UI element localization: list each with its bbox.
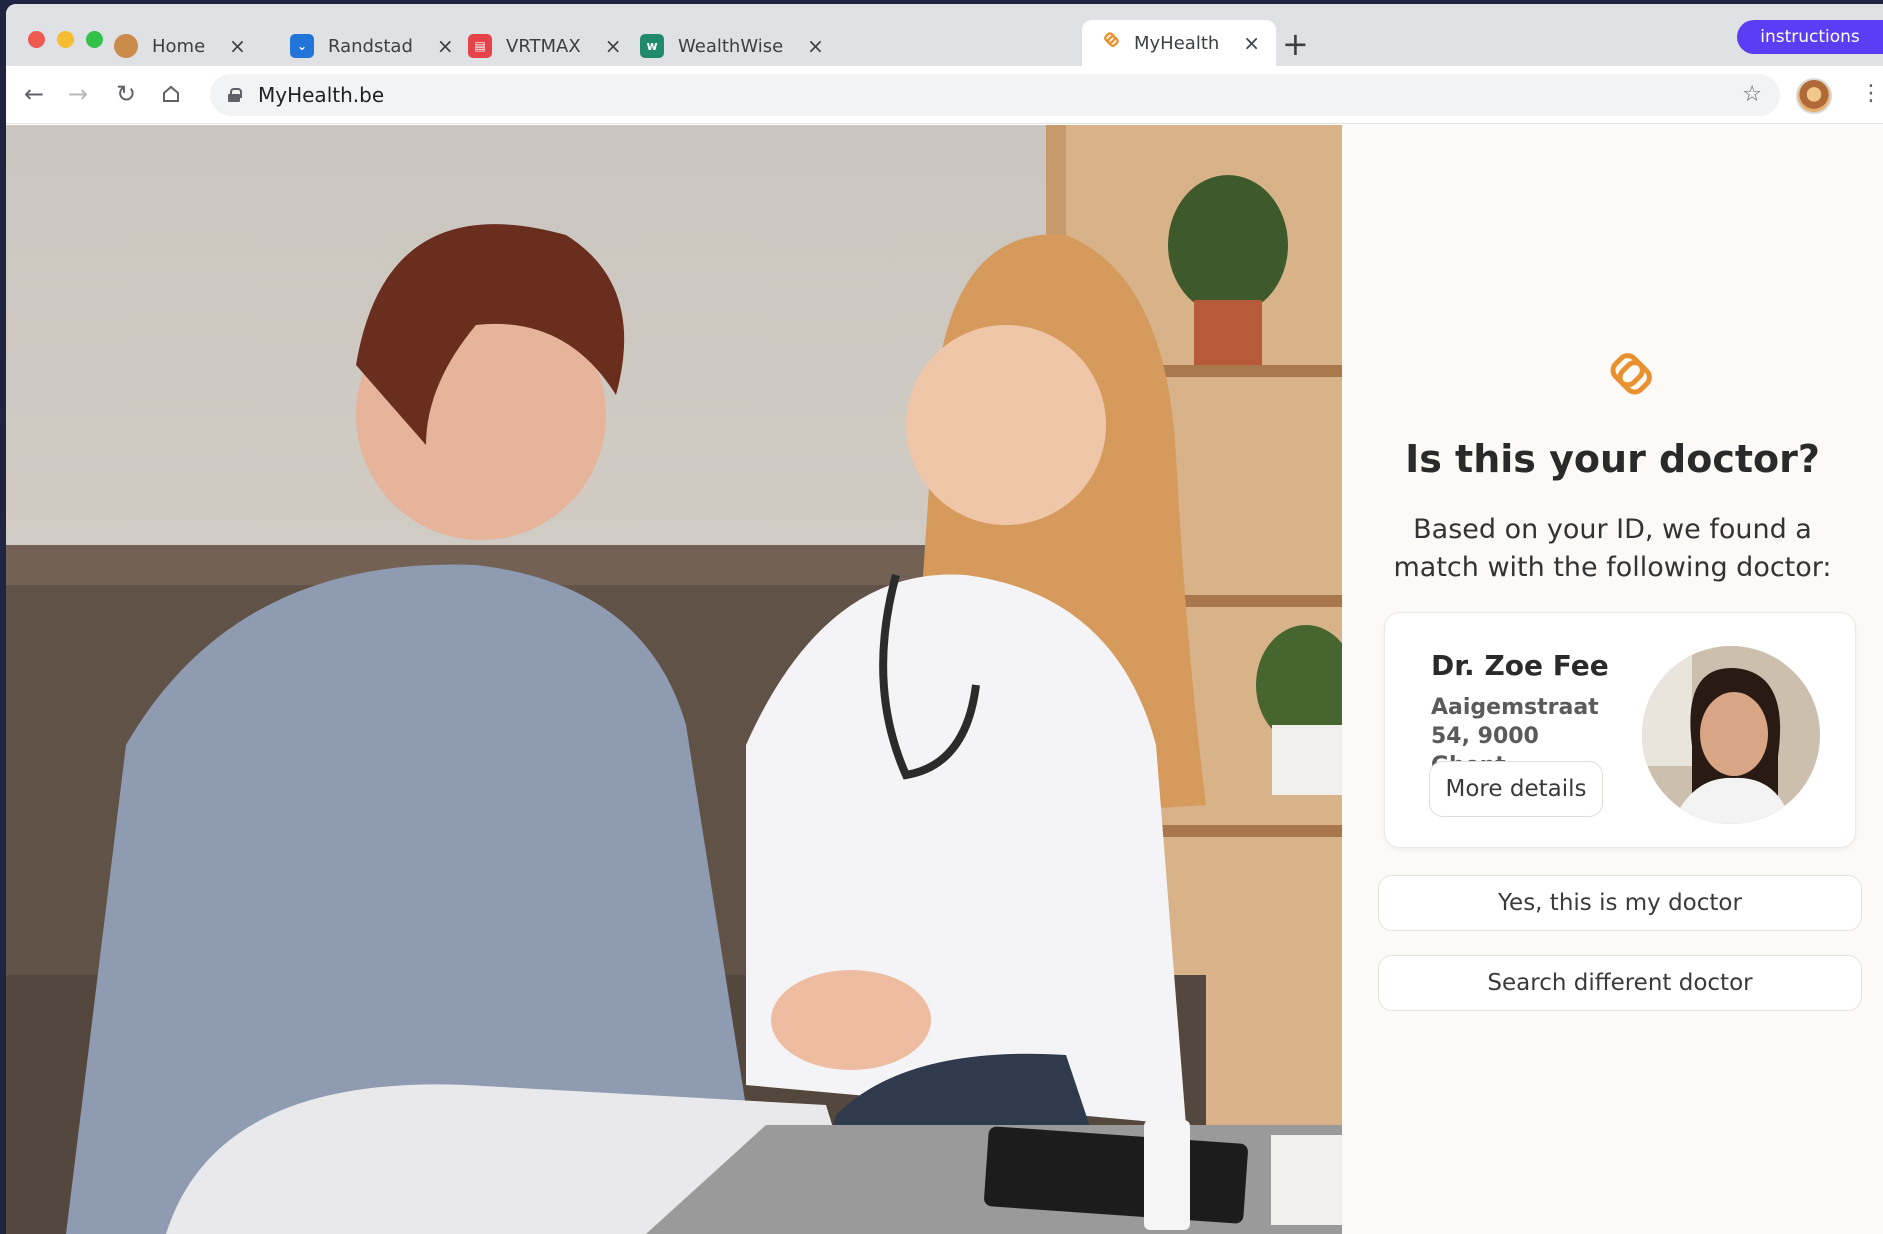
tab-vrtmax[interactable]: ▤ VRTMAX × xyxy=(468,26,621,66)
tab-label: VRTMAX xyxy=(506,35,581,57)
profile-avatar[interactable] xyxy=(1796,78,1832,114)
randstad-icon: ⌄ xyxy=(290,34,314,58)
lock-icon xyxy=(228,88,242,102)
tab-strip: Home × ⌄ Randstad × ▤ VRTMAX × w WealthW… xyxy=(6,4,1883,66)
hero-photo-illustration xyxy=(6,125,1342,1234)
close-icon[interactable]: × xyxy=(437,34,454,58)
close-icon[interactable]: × xyxy=(229,34,246,58)
menu-dots-icon[interactable]: ⋮ xyxy=(1860,80,1882,108)
close-window-button[interactable] xyxy=(28,31,45,48)
myhealth-icon xyxy=(1096,31,1120,55)
tab-myhealth[interactable]: MyHealth × xyxy=(1082,20,1277,66)
tab-label: MyHealth xyxy=(1134,32,1220,54)
doctor-name: Dr. Zoe Fee xyxy=(1431,649,1609,682)
forward-icon[interactable]: → xyxy=(68,80,88,108)
close-icon[interactable]: × xyxy=(605,34,622,58)
confirm-doctor-button[interactable]: Yes, this is my doctor xyxy=(1378,875,1862,931)
address-bar[interactable]: MyHealth.be ☆ xyxy=(210,74,1780,116)
dog-avatar-icon xyxy=(114,34,138,58)
more-details-button[interactable]: More details xyxy=(1429,761,1603,817)
close-icon[interactable]: × xyxy=(1243,31,1260,55)
tab-label: WealthWise xyxy=(678,35,784,57)
doctor-portrait-icon xyxy=(1642,646,1820,824)
search-different-doctor-button[interactable]: Search different doctor xyxy=(1378,955,1862,1011)
vrtmax-icon: ▤ xyxy=(468,34,492,58)
tab-home[interactable]: Home × xyxy=(114,26,246,66)
url-text: MyHealth.be xyxy=(258,83,385,107)
browser-window: Home × ⌄ Randstad × ▤ VRTMAX × w WealthW… xyxy=(6,4,1883,1234)
hero-photo xyxy=(6,125,1342,1234)
doctor-card: Dr. Zoe Fee Aaigemstraat 54, 9000 Ghent … xyxy=(1384,612,1856,848)
page-title: Is this your doctor? xyxy=(1405,437,1820,481)
myhealth-logo-icon xyxy=(1610,353,1652,395)
back-icon[interactable]: ← xyxy=(24,80,44,108)
instructions-button[interactable]: instructions xyxy=(1737,20,1883,54)
wealthwise-icon: w xyxy=(640,34,664,58)
home-icon[interactable] xyxy=(161,80,181,110)
page-content: Is this your doctor? Based on your ID, w… xyxy=(6,125,1883,1234)
maximize-window-button[interactable] xyxy=(86,31,103,48)
address-toolbar: ← → ↻ MyHealth.be ☆ ⋮ xyxy=(6,66,1883,124)
reload-icon[interactable]: ↻ xyxy=(116,80,136,108)
minimize-window-button[interactable] xyxy=(57,31,74,48)
doctor-match-panel: Is this your doctor? Based on your ID, w… xyxy=(1342,125,1883,1234)
doctor-avatar xyxy=(1642,646,1820,824)
bookmark-star-icon[interactable]: ☆ xyxy=(1742,82,1762,107)
tab-randstad[interactable]: ⌄ Randstad × xyxy=(290,26,454,66)
new-tab-button[interactable]: + xyxy=(1282,28,1309,60)
match-description: Based on your ID, we found a match with … xyxy=(1393,514,1832,583)
tab-wealthwise[interactable]: w WealthWise × xyxy=(640,26,824,66)
tab-label: Home xyxy=(152,35,206,57)
close-icon[interactable]: × xyxy=(807,34,824,58)
tab-label: Randstad xyxy=(328,35,413,57)
